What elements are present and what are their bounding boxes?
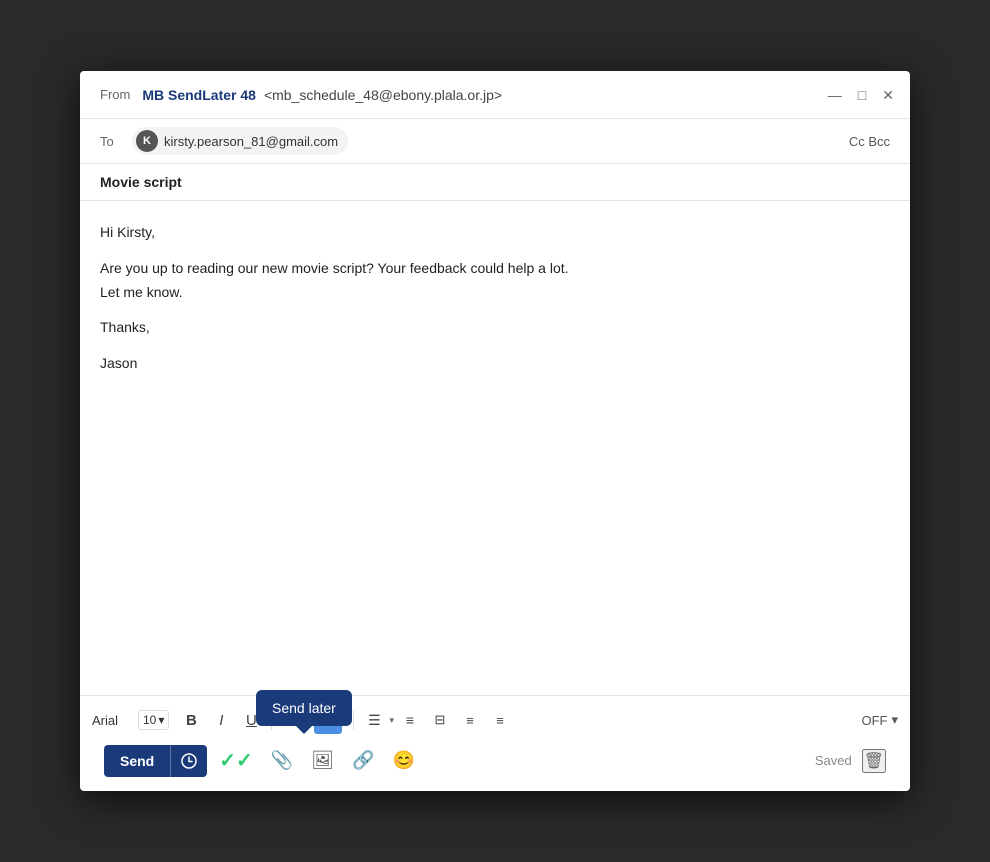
bold-button[interactable]: B <box>177 706 205 734</box>
paperclip-icon: 📎 <box>271 750 293 771</box>
email-body[interactable]: Hi Kirsty, Are you up to reading our new… <box>80 201 910 695</box>
check-icon: ✓✓ <box>219 748 253 773</box>
to-label: To <box>100 134 120 149</box>
check-button[interactable]: ✓✓ <box>213 744 259 777</box>
minimize-button[interactable]: — <box>828 88 842 102</box>
window-controls: — □ ✕ <box>828 88 894 102</box>
italic-button[interactable]: I <box>207 706 235 734</box>
greeting: Hi Kirsty, <box>100 221 890 245</box>
spellcheck-arrow: ▾ <box>891 712 898 728</box>
align-button[interactable]: ☰ <box>360 706 388 734</box>
delete-button[interactable]: 🗑 <box>862 749 886 773</box>
recipient-email: kirsty.pearson_81@gmail.com <box>164 134 338 149</box>
spellcheck-toggle[interactable]: OFF ▾ <box>861 712 898 728</box>
image-button[interactable]: 🖼 <box>305 746 340 775</box>
closing: Thanks, <box>100 316 890 340</box>
separator2 <box>353 710 354 730</box>
cc-bcc-button[interactable]: Cc Bcc <box>849 134 890 149</box>
font-size-arrow: ▾ <box>158 713 164 727</box>
indent-increase-button[interactable]: ≡ <box>486 706 514 734</box>
maximize-button[interactable]: □ <box>858 88 866 102</box>
format-toolbar: Arial 10 ▾ B I U A ▾ A ▾ ☰ ▾ ≡ ⊟ <box>92 702 898 738</box>
compose-window: From MB SendLater 48 <mb_schedule_48@ebo… <box>80 71 910 791</box>
ordered-list-button[interactable]: ≡ <box>396 706 424 734</box>
spellcheck-label: OFF <box>861 713 887 728</box>
link-icon: 🔗 <box>352 750 374 771</box>
link-button[interactable]: 🔗 <box>346 746 380 775</box>
toolbar-area: Arial 10 ▾ B I U A ▾ A ▾ ☰ ▾ ≡ ⊟ <box>80 695 910 791</box>
subject-row[interactable]: Movie script <box>80 164 910 201</box>
sender-name: MB SendLater 48 <box>142 87 256 103</box>
title-bar-left: From MB SendLater 48 <mb_schedule_48@ebo… <box>100 87 502 103</box>
attach-button[interactable]: 📎 <box>265 746 299 775</box>
emoji-button[interactable]: 😊 <box>386 746 420 775</box>
send-button-group: Send <box>104 745 207 777</box>
font-name-label: Arial <box>92 713 132 728</box>
body-paragraph1: Are you up to reading our new movie scri… <box>100 257 890 305</box>
recipient-avatar: K <box>136 130 158 152</box>
send-row: Send later Send ✓✓ 📎 <box>92 738 898 787</box>
trash-icon: 🗑 <box>864 753 884 770</box>
send-main-button[interactable]: Send <box>104 745 170 777</box>
to-row: To K kirsty.pearson_81@gmail.com Cc Bcc <box>80 119 910 164</box>
clock-icon <box>181 753 197 769</box>
saved-label: Saved <box>815 753 852 768</box>
signature: Jason <box>100 352 890 376</box>
send-later-button[interactable] <box>170 745 207 777</box>
unordered-list-button[interactable]: ⊟ <box>426 706 454 734</box>
align-dropdown[interactable]: ☰ ▾ <box>360 706 394 734</box>
indent-decrease-button[interactable]: ≡ <box>456 706 484 734</box>
font-size-value: 10 <box>143 713 156 727</box>
close-button[interactable]: ✕ <box>882 88 894 102</box>
align-arrow: ▾ <box>389 715 394 726</box>
image-icon: 🖼 <box>311 750 334 771</box>
recipient-chip[interactable]: K kirsty.pearson_81@gmail.com <box>132 127 348 155</box>
saved-area: Saved 🗑 <box>815 749 886 773</box>
font-size-selector[interactable]: 10 ▾ <box>138 710 169 730</box>
title-bar: From MB SendLater 48 <mb_schedule_48@ebo… <box>80 71 910 119</box>
emoji-icon: 😊 <box>392 750 414 771</box>
subject-text: Movie script <box>100 174 182 190</box>
sender-email: <mb_schedule_48@ebony.plala.or.jp> <box>264 87 502 103</box>
from-label: From <box>100 87 130 102</box>
send-later-tooltip: Send later <box>256 690 352 726</box>
